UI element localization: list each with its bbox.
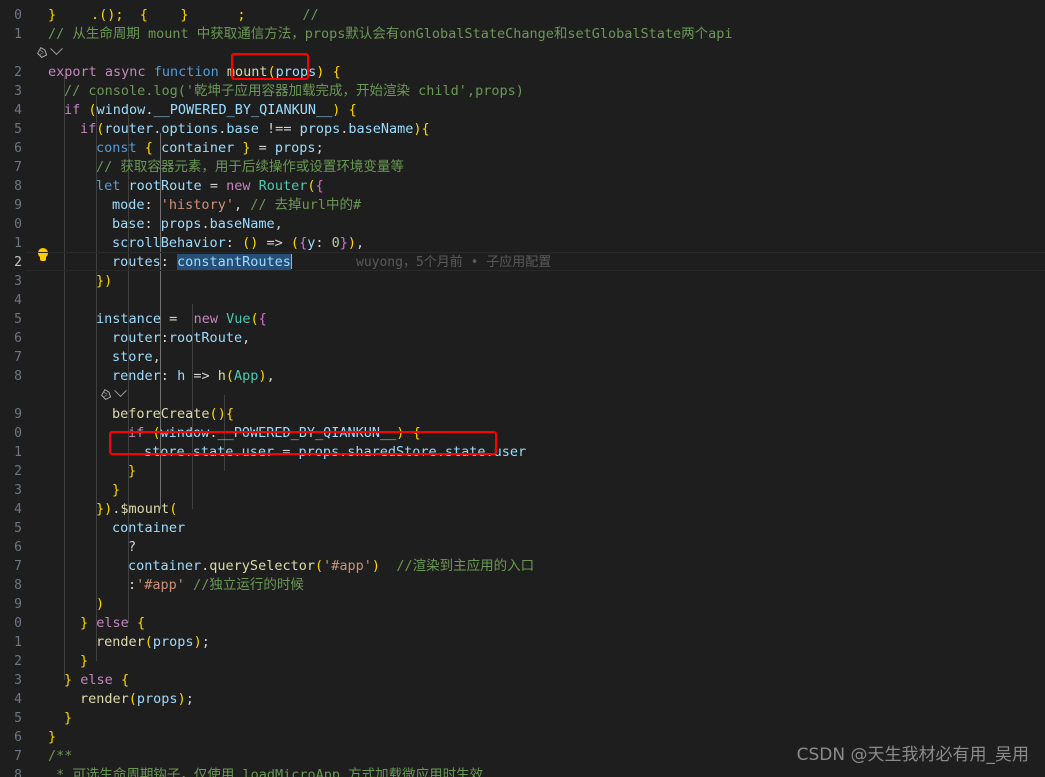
code-line[interactable]: } [80, 652, 88, 671]
codelens-middle[interactable] [100, 384, 127, 405]
code-line[interactable]: }).$mount( [96, 500, 177, 519]
line-number: 8 [14, 768, 22, 777]
code-line[interactable]: store.state.user = props.sharedStore.sta… [144, 443, 526, 462]
git-decoration-icon [100, 388, 113, 401]
line-number: 9 [14, 407, 22, 422]
csdn-watermark: CSDN @天生我材必有用_吴用 [796, 745, 1029, 765]
line-number: 4 [14, 502, 22, 517]
codelens-top[interactable] [36, 42, 63, 63]
code-line[interactable]: /** [48, 747, 72, 766]
code-editor[interactable]: .(); { } ; // 01234567890123456789012345… [0, 0, 1045, 777]
code-line[interactable]: } [64, 709, 72, 728]
line-number: 7 [14, 749, 22, 764]
line-number: 6 [14, 540, 22, 555]
line-number: 9 [14, 597, 22, 612]
code-line[interactable]: // console.log('乾坤子应用容器加载完成，开始渲染 child',… [64, 82, 524, 101]
line-number: 4 [14, 103, 22, 118]
code-line[interactable]: container [112, 519, 185, 538]
code-line[interactable]: } [112, 481, 120, 500]
line-number: 6 [14, 730, 22, 745]
code-line[interactable]: // 从生命周期 mount 中获取通信方法，props默认会有onGlobal… [48, 25, 733, 44]
code-line[interactable]: routes: constantRoutes [112, 253, 292, 272]
code-line[interactable]: ? [128, 538, 136, 557]
line-number: 7 [14, 160, 22, 175]
code-line[interactable]: store, [112, 348, 161, 367]
code-line[interactable]: const { container } = props; [96, 139, 324, 158]
line-number: 6 [14, 141, 22, 156]
line-number: 6 [14, 331, 22, 346]
code-line[interactable]: * 可选生命周期钩子，仅使用 loadMicroApp 方式加载微应用时生效 [48, 766, 483, 777]
line-number: 1 [14, 27, 22, 42]
line-number: 4 [14, 293, 22, 308]
code-line[interactable]: } [48, 6, 56, 25]
code-line[interactable]: if (window.__POWERED_BY_QIANKUN__) { [64, 101, 357, 120]
code-line[interactable]: beforeCreate(){ [112, 405, 234, 424]
code-line[interactable]: render: h => h(App), [112, 367, 275, 386]
line-number: 2 [14, 654, 22, 669]
line-number: 7 [14, 350, 22, 365]
line-number: 5 [14, 711, 22, 726]
code-line[interactable]: // 获取容器元素，用于后续操作或设置环境变量等 [96, 158, 404, 177]
line-number: 0 [14, 426, 22, 441]
code-line[interactable]: mode: 'history', // 去掉url中的# [112, 196, 361, 215]
line-number: 5 [14, 312, 22, 327]
text-cursor [290, 254, 292, 269]
code-line[interactable]: if(router.options.base !== props.baseNam… [80, 120, 430, 139]
line-number: 1 [14, 236, 22, 251]
line-number: 3 [14, 483, 22, 498]
indent-guide [64, 76, 65, 680]
code-line[interactable]: } [48, 728, 56, 747]
line-number: 2 [14, 255, 22, 270]
code-line[interactable]: container.querySelector('#app') //渲染到主应用… [128, 557, 534, 576]
chevron-down-icon[interactable] [114, 384, 127, 398]
line-number: 0 [14, 217, 22, 232]
code-line[interactable]: } [128, 462, 136, 481]
line-number-gutter: 0 1 2 3 4 5 6 7 8 9 0 1 2 3 4 5 6 7 8 9 0 1 2 3 4 5 6 7 8 9 0 1 2 3 4 5 6 7 8 [0, 0, 26, 777]
selected-token: constantRoutes [177, 254, 291, 270]
code-line[interactable]: if (window.__POWERED_BY_QIANKUN__) { [128, 424, 421, 443]
code-line[interactable]: }) [96, 272, 112, 291]
code-line[interactable]: scrollBehavior: () => ({y: 0}), [112, 234, 364, 253]
line-number: 0 [14, 616, 22, 631]
line-number: 8 [14, 369, 22, 384]
git-blame-annotation[interactable]: wuyong，5个月前 • 子应用配置 [356, 253, 551, 272]
line-number: 5 [14, 122, 22, 137]
code-line[interactable]: } else { [64, 671, 129, 690]
line-number: 9 [14, 198, 22, 213]
line-number: 3 [14, 274, 22, 289]
line-number: 2 [14, 464, 22, 479]
line-number: 8 [14, 179, 22, 194]
line-number: 5 [14, 521, 22, 536]
line-number: 7 [14, 559, 22, 574]
code-line[interactable]: render(props); [96, 633, 210, 652]
code-line[interactable]: instance = new Vue({ [96, 310, 267, 329]
line-number: 2 [14, 65, 22, 80]
code-line[interactable]: let rootRoute = new Router({ [96, 177, 324, 196]
line-number: 0 [14, 8, 22, 23]
line-number: 1 [14, 635, 22, 650]
git-decoration-icon [36, 46, 49, 59]
code-line[interactable]: router:rootRoute, [112, 329, 250, 348]
line-number: 3 [14, 673, 22, 688]
line-number: 3 [14, 84, 22, 99]
code-line[interactable]: } else { [80, 614, 145, 633]
code-line[interactable]: render(props); [80, 690, 194, 709]
chevron-down-icon[interactable] [50, 42, 63, 56]
code-content[interactable]: }// 从生命周期 mount 中获取通信方法，props默认会有onGloba… [26, 0, 1045, 777]
code-line[interactable]: ) [96, 595, 104, 614]
code-line[interactable]: base: props.baseName, [112, 215, 283, 234]
code-line[interactable]: :'#app' //独立运行的时候 [128, 576, 304, 595]
line-number: 1 [14, 445, 22, 460]
line-number: 4 [14, 692, 22, 707]
line-number: 8 [14, 578, 22, 593]
code-line[interactable]: export async function mount(props) { [48, 63, 341, 82]
